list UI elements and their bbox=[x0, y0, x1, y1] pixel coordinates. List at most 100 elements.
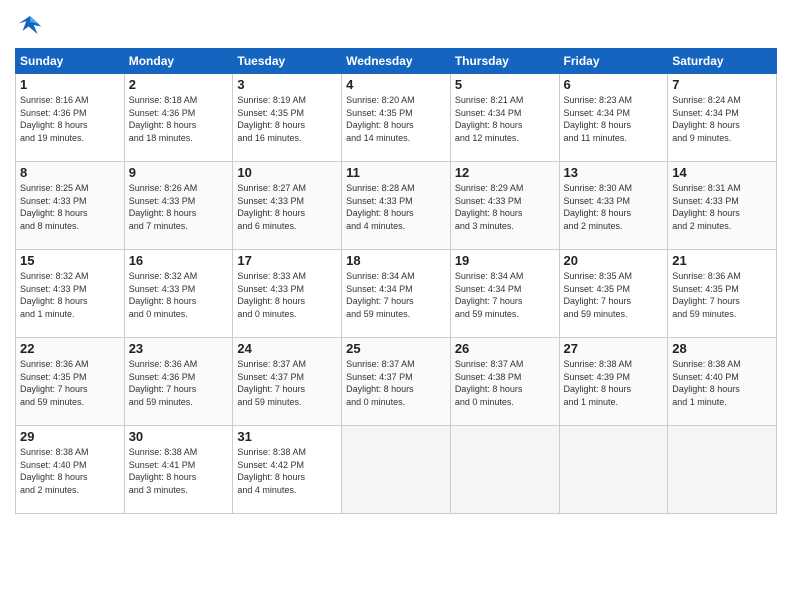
day-number: 20 bbox=[564, 253, 664, 268]
table-row: 11Sunrise: 8:28 AM Sunset: 4:33 PM Dayli… bbox=[342, 162, 451, 250]
day-number: 17 bbox=[237, 253, 337, 268]
table-row: 16 Sunrise: 8:32 AM Sunset: 4:33 PM Dayli… bbox=[124, 250, 233, 338]
day-number: 19 bbox=[455, 253, 555, 268]
day-number: 4 bbox=[346, 77, 446, 92]
day-info: Sunrise: 8:37 AM Sunset: 4:38 PM Dayligh… bbox=[455, 358, 555, 408]
logo-bird-icon bbox=[15, 10, 45, 40]
calendar-week-row: 22 Sunrise: 8:36 AM Sunset: 4:35 PM Dayli… bbox=[16, 338, 777, 426]
calendar-week-row: 8Sunrise: 8:25 AM Sunset: 4:33 PM Daylig… bbox=[16, 162, 777, 250]
day-info: Sunrise: 8:33 AM Sunset: 4:33 PM Dayligh… bbox=[237, 270, 337, 320]
table-row: 17 Sunrise: 8:33 AM Sunset: 4:33 PM Dayli… bbox=[233, 250, 342, 338]
table-row: 2 Sunrise: 8:18 AM Sunset: 4:36 PM Daylig… bbox=[124, 74, 233, 162]
day-number: 21 bbox=[672, 253, 772, 268]
day-number: 22 bbox=[20, 341, 120, 356]
logo bbox=[15, 10, 49, 40]
day-info: Sunrise: 8:24 AM Sunset: 4:34 PM Dayligh… bbox=[672, 94, 772, 144]
day-info: Sunrise: 8:37 AM Sunset: 4:37 PM Dayligh… bbox=[346, 358, 446, 408]
table-row: 24 Sunrise: 8:37 AM Sunset: 4:37 PM Dayli… bbox=[233, 338, 342, 426]
day-number: 10 bbox=[237, 165, 337, 180]
table-row: 14Sunrise: 8:31 AM Sunset: 4:33 PM Dayli… bbox=[668, 162, 777, 250]
day-info: Sunrise: 8:26 AM Sunset: 4:33 PM Dayligh… bbox=[129, 182, 229, 232]
day-info: Sunrise: 8:32 AM Sunset: 4:33 PM Dayligh… bbox=[20, 270, 120, 320]
day-number: 24 bbox=[237, 341, 337, 356]
day-info: Sunrise: 8:38 AM Sunset: 4:40 PM Dayligh… bbox=[20, 446, 120, 496]
day-number: 7 bbox=[672, 77, 772, 92]
table-row: 6Sunrise: 8:23 AM Sunset: 4:34 PM Daylig… bbox=[559, 74, 668, 162]
day-number: 16 bbox=[129, 253, 229, 268]
calendar-header: Sunday Monday Tuesday Wednesday Thursday… bbox=[16, 49, 777, 74]
table-row: 26 Sunrise: 8:37 AM Sunset: 4:38 PM Dayli… bbox=[450, 338, 559, 426]
table-row bbox=[668, 426, 777, 514]
col-monday: Monday bbox=[124, 49, 233, 74]
table-row: 1 Sunrise: 8:16 AM Sunset: 4:36 PM Daylig… bbox=[16, 74, 125, 162]
day-number: 14 bbox=[672, 165, 772, 180]
table-row: 5 Sunrise: 8:21 AM Sunset: 4:34 PM Daylig… bbox=[450, 74, 559, 162]
day-info: Sunrise: 8:30 AM Sunset: 4:33 PM Dayligh… bbox=[564, 182, 664, 232]
calendar-body: 1 Sunrise: 8:16 AM Sunset: 4:36 PM Daylig… bbox=[16, 74, 777, 514]
col-saturday: Saturday bbox=[668, 49, 777, 74]
day-info: Sunrise: 8:18 AM Sunset: 4:36 PM Dayligh… bbox=[129, 94, 229, 144]
day-number: 12 bbox=[455, 165, 555, 180]
table-row: 25 Sunrise: 8:37 AM Sunset: 4:37 PM Dayli… bbox=[342, 338, 451, 426]
day-info: Sunrise: 8:36 AM Sunset: 4:35 PM Dayligh… bbox=[20, 358, 120, 408]
day-info: Sunrise: 8:34 AM Sunset: 4:34 PM Dayligh… bbox=[455, 270, 555, 320]
day-number: 5 bbox=[455, 77, 555, 92]
day-info: Sunrise: 8:27 AM Sunset: 4:33 PM Dayligh… bbox=[237, 182, 337, 232]
day-number: 13 bbox=[564, 165, 664, 180]
col-sunday: Sunday bbox=[16, 49, 125, 74]
day-number: 3 bbox=[237, 77, 337, 92]
day-number: 11 bbox=[346, 165, 446, 180]
day-info: Sunrise: 8:37 AM Sunset: 4:37 PM Dayligh… bbox=[237, 358, 337, 408]
table-row: 18Sunrise: 8:34 AM Sunset: 4:34 PM Dayli… bbox=[342, 250, 451, 338]
day-info: Sunrise: 8:38 AM Sunset: 4:41 PM Dayligh… bbox=[129, 446, 229, 496]
table-row: 8Sunrise: 8:25 AM Sunset: 4:33 PM Daylig… bbox=[16, 162, 125, 250]
header-row: Sunday Monday Tuesday Wednesday Thursday… bbox=[16, 49, 777, 74]
day-info: Sunrise: 8:29 AM Sunset: 4:33 PM Dayligh… bbox=[455, 182, 555, 232]
day-number: 28 bbox=[672, 341, 772, 356]
day-info: Sunrise: 8:36 AM Sunset: 4:36 PM Dayligh… bbox=[129, 358, 229, 408]
table-row: 23 Sunrise: 8:36 AM Sunset: 4:36 PM Dayli… bbox=[124, 338, 233, 426]
header bbox=[15, 10, 777, 40]
calendar-week-row: 1 Sunrise: 8:16 AM Sunset: 4:36 PM Daylig… bbox=[16, 74, 777, 162]
calendar-week-row: 29 Sunrise: 8:38 AM Sunset: 4:40 PM Dayli… bbox=[16, 426, 777, 514]
day-number: 26 bbox=[455, 341, 555, 356]
table-row: 28 Sunrise: 8:38 AM Sunset: 4:40 PM Dayli… bbox=[668, 338, 777, 426]
table-row bbox=[450, 426, 559, 514]
day-info: Sunrise: 8:25 AM Sunset: 4:33 PM Dayligh… bbox=[20, 182, 120, 232]
col-friday: Friday bbox=[559, 49, 668, 74]
day-number: 18 bbox=[346, 253, 446, 268]
day-number: 6 bbox=[564, 77, 664, 92]
col-tuesday: Tuesday bbox=[233, 49, 342, 74]
day-info: Sunrise: 8:38 AM Sunset: 4:40 PM Dayligh… bbox=[672, 358, 772, 408]
day-info: Sunrise: 8:32 AM Sunset: 4:33 PM Dayligh… bbox=[129, 270, 229, 320]
table-row bbox=[559, 426, 668, 514]
day-info: Sunrise: 8:21 AM Sunset: 4:34 PM Dayligh… bbox=[455, 94, 555, 144]
day-number: 1 bbox=[20, 77, 120, 92]
col-wednesday: Wednesday bbox=[342, 49, 451, 74]
day-info: Sunrise: 8:36 AM Sunset: 4:35 PM Dayligh… bbox=[672, 270, 772, 320]
day-info: Sunrise: 8:19 AM Sunset: 4:35 PM Dayligh… bbox=[237, 94, 337, 144]
table-row bbox=[342, 426, 451, 514]
table-row: 19 Sunrise: 8:34 AM Sunset: 4:34 PM Dayli… bbox=[450, 250, 559, 338]
table-row: 20 Sunrise: 8:35 AM Sunset: 4:35 PM Dayli… bbox=[559, 250, 668, 338]
table-row: 12 Sunrise: 8:29 AM Sunset: 4:33 PM Dayli… bbox=[450, 162, 559, 250]
table-row: 27 Sunrise: 8:38 AM Sunset: 4:39 PM Dayli… bbox=[559, 338, 668, 426]
col-thursday: Thursday bbox=[450, 49, 559, 74]
day-info: Sunrise: 8:38 AM Sunset: 4:39 PM Dayligh… bbox=[564, 358, 664, 408]
day-number: 23 bbox=[129, 341, 229, 356]
day-number: 31 bbox=[237, 429, 337, 444]
day-number: 25 bbox=[346, 341, 446, 356]
day-info: Sunrise: 8:35 AM Sunset: 4:35 PM Dayligh… bbox=[564, 270, 664, 320]
day-number: 27 bbox=[564, 341, 664, 356]
day-number: 29 bbox=[20, 429, 120, 444]
page-container: Sunday Monday Tuesday Wednesday Thursday… bbox=[0, 0, 792, 612]
day-info: Sunrise: 8:38 AM Sunset: 4:42 PM Dayligh… bbox=[237, 446, 337, 496]
table-row: 10 Sunrise: 8:27 AM Sunset: 4:33 PM Dayli… bbox=[233, 162, 342, 250]
table-row: 30Sunrise: 8:38 AM Sunset: 4:41 PM Dayli… bbox=[124, 426, 233, 514]
day-info: Sunrise: 8:16 AM Sunset: 4:36 PM Dayligh… bbox=[20, 94, 120, 144]
table-row: 3 Sunrise: 8:19 AM Sunset: 4:35 PM Daylig… bbox=[233, 74, 342, 162]
day-info: Sunrise: 8:20 AM Sunset: 4:35 PM Dayligh… bbox=[346, 94, 446, 144]
day-number: 2 bbox=[129, 77, 229, 92]
day-number: 9 bbox=[129, 165, 229, 180]
table-row: 31 Sunrise: 8:38 AM Sunset: 4:42 PM Dayli… bbox=[233, 426, 342, 514]
